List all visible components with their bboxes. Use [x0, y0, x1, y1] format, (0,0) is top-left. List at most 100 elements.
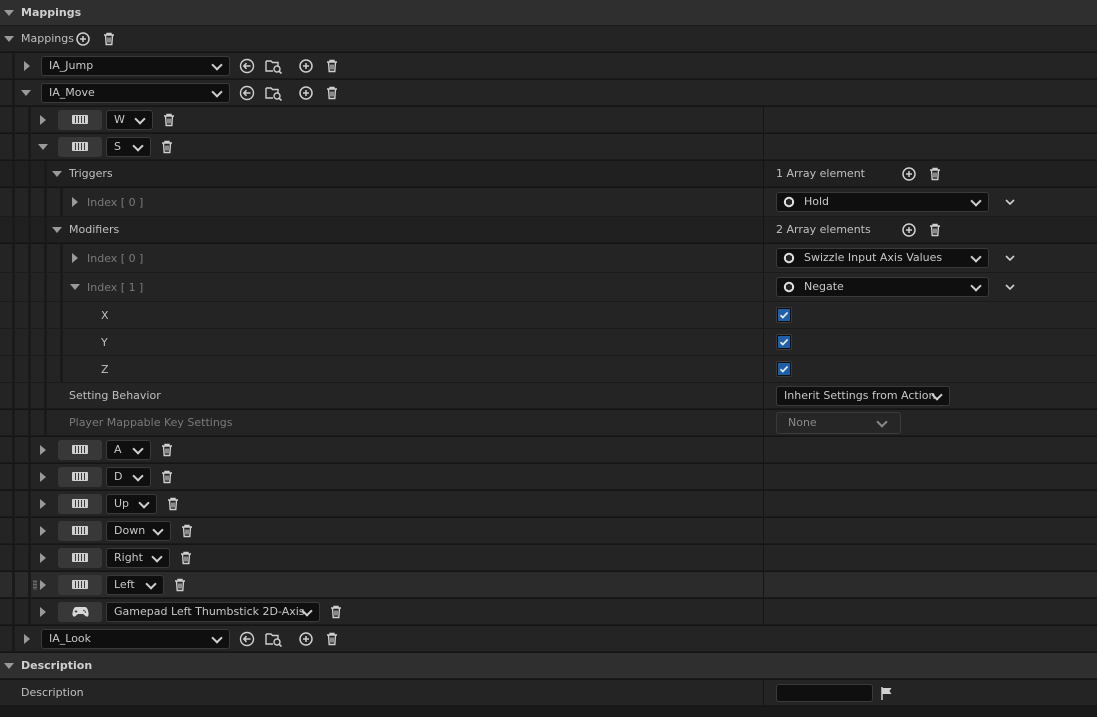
modifier-element-row: Index [ 1 ] Negate — [0, 273, 1097, 302]
delete-icon[interactable] — [159, 442, 175, 458]
delete-all-icon[interactable] — [101, 31, 117, 47]
collapse-arrow-icon[interactable] — [52, 171, 62, 177]
delete-icon[interactable] — [324, 58, 340, 74]
action-mapping-row: IA_Jump — [0, 53, 1097, 79]
add-element-icon[interactable] — [75, 31, 91, 47]
drag-handle-icon[interactable] — [33, 580, 37, 590]
key-mapping-row: A — [0, 437, 1097, 463]
key-name: Up — [114, 497, 130, 510]
expand-arrow-icon[interactable] — [24, 61, 30, 71]
expand-arrow-icon[interactable] — [40, 499, 46, 509]
collapse-arrow-icon[interactable] — [4, 36, 14, 42]
expand-arrow-icon[interactable] — [40, 580, 46, 590]
expand-arrow-icon[interactable] — [40, 526, 46, 536]
key-combo[interactable]: Down — [106, 521, 171, 541]
key-combo[interactable]: W — [106, 110, 153, 130]
axis-checkbox[interactable] — [776, 361, 792, 377]
key-selector-button[interactable] — [58, 110, 102, 130]
key-selector-button[interactable] — [58, 137, 102, 157]
modifier-class-combo[interactable]: Swizzle Input Axis Values — [776, 248, 989, 268]
delete-icon[interactable] — [172, 577, 188, 593]
chevron-down-icon[interactable] — [1002, 250, 1018, 266]
expand-arrow-icon[interactable] — [24, 634, 30, 644]
description-category-header[interactable]: Description — [0, 653, 1097, 679]
use-selected-asset-icon[interactable] — [239, 631, 255, 647]
expand-arrow-icon[interactable] — [40, 115, 46, 125]
keyboard-icon — [72, 472, 88, 481]
expand-arrow-icon[interactable] — [72, 253, 78, 263]
delete-icon[interactable] — [161, 112, 177, 128]
browse-asset-icon[interactable] — [265, 85, 283, 101]
delete-icon[interactable] — [165, 496, 181, 512]
key-selector-button[interactable] — [58, 440, 102, 460]
key-selector-button[interactable] — [58, 467, 102, 487]
expand-arrow-icon[interactable] — [40, 445, 46, 455]
add-element-icon[interactable] — [298, 58, 314, 74]
setting-behavior-combo[interactable]: Inherit Settings from Action — [776, 386, 950, 406]
delete-icon[interactable] — [328, 604, 344, 620]
mappings-array-label: Mappings — [21, 32, 74, 45]
use-selected-asset-icon[interactable] — [239, 58, 255, 74]
delete-icon[interactable] — [178, 550, 194, 566]
trigger-element-row: Index [ 0 ] Hold — [0, 188, 1097, 217]
input-action-combo[interactable]: IA_Move — [41, 83, 230, 103]
add-element-icon[interactable] — [298, 631, 314, 647]
key-combo[interactable]: D — [106, 467, 151, 487]
key-selector-button[interactable] — [58, 548, 102, 568]
collapse-arrow-icon[interactable] — [4, 663, 14, 669]
collapse-arrow-icon[interactable] — [52, 227, 62, 233]
description-input[interactable] — [776, 684, 873, 702]
input-action-name: IA_Move — [49, 86, 95, 99]
keyboard-icon — [72, 115, 88, 124]
input-action-combo[interactable]: IA_Jump — [41, 56, 230, 76]
gamepad-icon — [72, 607, 89, 617]
axis-checkbox[interactable] — [776, 307, 792, 323]
localization-flag-icon[interactable] — [879, 685, 895, 701]
axis-checkbox[interactable] — [776, 334, 792, 350]
collapse-arrow-icon[interactable] — [70, 284, 80, 290]
delete-icon[interactable] — [159, 139, 175, 155]
key-combo[interactable]: Right — [106, 548, 170, 568]
key-selector-button[interactable] — [58, 575, 102, 595]
collapse-arrow-icon[interactable] — [21, 90, 31, 96]
add-element-icon[interactable] — [298, 85, 314, 101]
checkmark-icon — [778, 336, 790, 348]
use-selected-asset-icon[interactable] — [239, 85, 255, 101]
modifier-class-combo[interactable]: Negate — [776, 277, 989, 297]
browse-asset-icon[interactable] — [265, 631, 283, 647]
key-selector-button[interactable] — [58, 602, 102, 622]
delete-all-icon[interactable] — [927, 166, 943, 182]
collapse-arrow-icon[interactable] — [38, 144, 48, 150]
triggers-count: 1 Array element — [776, 167, 865, 180]
key-combo[interactable]: Up — [106, 494, 157, 514]
key-combo[interactable]: S — [106, 137, 151, 157]
input-action-combo[interactable]: IA_Look — [41, 629, 230, 649]
checkmark-icon — [778, 309, 790, 321]
key-selector-button[interactable] — [58, 494, 102, 514]
delete-icon[interactable] — [324, 85, 340, 101]
browse-asset-icon[interactable] — [265, 58, 283, 74]
blueprint-class-icon — [783, 281, 795, 293]
key-combo[interactable]: Left — [106, 575, 164, 595]
chevron-down-icon[interactable] — [1002, 194, 1018, 210]
delete-all-icon[interactable] — [927, 222, 943, 238]
collapse-arrow-icon[interactable] — [4, 10, 14, 16]
add-element-icon[interactable] — [901, 222, 917, 238]
mappings-category-header[interactable]: Mappings — [0, 0, 1097, 26]
key-combo[interactable]: A — [106, 440, 151, 460]
delete-icon[interactable] — [159, 469, 175, 485]
delete-icon[interactable] — [179, 523, 195, 539]
chevron-down-icon[interactable] — [1002, 279, 1018, 295]
keyboard-icon — [72, 142, 88, 151]
action-mapping-row: IA_Move — [0, 80, 1097, 106]
expand-arrow-icon[interactable] — [40, 553, 46, 563]
add-element-icon[interactable] — [901, 166, 917, 182]
expand-arrow-icon[interactable] — [40, 607, 46, 617]
trigger-class-combo[interactable]: Hold — [776, 192, 989, 212]
key-combo[interactable]: Gamepad Left Thumbstick 2D-Axis — [106, 602, 320, 622]
expand-arrow-icon[interactable] — [72, 197, 78, 207]
expand-arrow-icon[interactable] — [40, 472, 46, 482]
key-selector-button[interactable] — [58, 521, 102, 541]
player-mappable-combo[interactable]: None — [776, 412, 901, 434]
delete-icon[interactable] — [324, 631, 340, 647]
